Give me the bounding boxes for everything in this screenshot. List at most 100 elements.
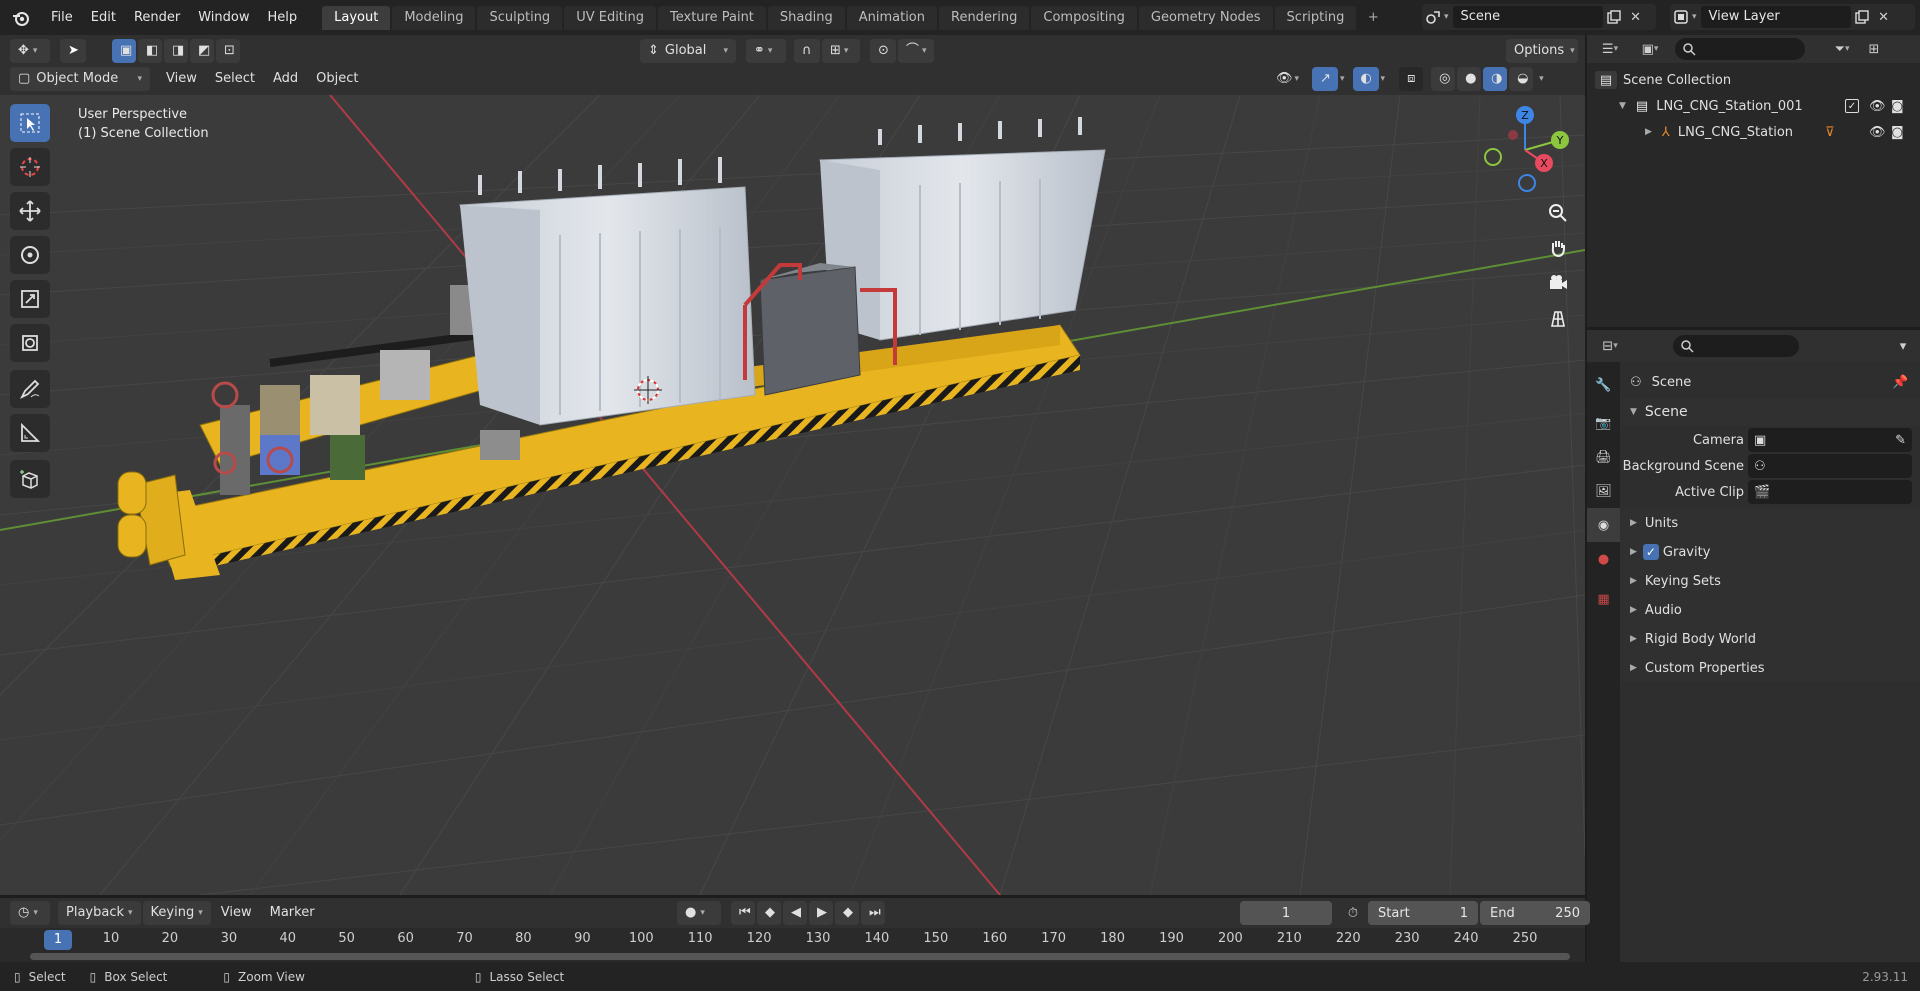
- frame-tick[interactable]: 80: [515, 931, 532, 946]
- editor-type-button[interactable]: ✥ ▾: [10, 39, 50, 63]
- eyedropper-icon[interactable]: ✎: [1895, 433, 1906, 448]
- jump-to-keyframe-forward-icon[interactable]: ◆: [835, 901, 859, 925]
- outliner-search-input[interactable]: [1675, 38, 1805, 60]
- tool-settings-tab-icon[interactable]: 🔧: [1587, 368, 1620, 402]
- tab-scripting[interactable]: Scripting: [1274, 5, 1357, 30]
- camera-field[interactable]: ▣ ✎: [1748, 428, 1912, 452]
- frame-tick[interactable]: 50: [338, 931, 355, 946]
- wireframe-shading-icon[interactable]: ◎: [1431, 67, 1456, 91]
- background-scene-field[interactable]: ⚇: [1748, 454, 1912, 478]
- scene-panel-header[interactable]: ▼ Scene: [1620, 398, 1920, 426]
- visibility-dropdown[interactable]: 👁 ▾: [1268, 67, 1304, 91]
- expand-arrow-icon[interactable]: ▶: [1645, 127, 1652, 137]
- jump-to-keyframe-back-icon[interactable]: ◆: [757, 901, 781, 925]
- view-layer-tab-icon[interactable]: 🖼: [1587, 474, 1620, 508]
- menu-edit[interactable]: Edit: [82, 0, 125, 35]
- eye-icon[interactable]: 👁: [1869, 99, 1886, 114]
- view-layer-icon[interactable]: [1670, 6, 1692, 28]
- scale-tool[interactable]: [10, 280, 50, 318]
- frame-tick[interactable]: 230: [1395, 931, 1420, 946]
- custom-properties-panel-header[interactable]: ▶ Custom Properties: [1620, 654, 1920, 682]
- frame-tick[interactable]: 250: [1513, 931, 1538, 946]
- jump-to-start-icon[interactable]: ⏮: [731, 901, 755, 925]
- timeline-scrollbar[interactable]: [30, 953, 1570, 960]
- falloff-dropdown[interactable]: ⌒ ▾: [898, 39, 934, 63]
- frame-tick[interactable]: 210: [1277, 931, 1302, 946]
- solid-shading-icon[interactable]: ●: [1457, 67, 1482, 91]
- move-tool[interactable]: [10, 192, 50, 230]
- chevron-down-icon[interactable]: ▾: [1539, 74, 1544, 84]
- end-frame-field[interactable]: End 250: [1480, 901, 1590, 925]
- options-dropdown[interactable]: Options ▾: [1506, 39, 1578, 63]
- tab-shading[interactable]: Shading: [767, 5, 845, 30]
- gizmo-toggle[interactable]: ↗: [1312, 67, 1338, 91]
- add-cube-tool[interactable]: [10, 460, 50, 498]
- camera-render-icon[interactable]: ◙: [1891, 125, 1904, 140]
- audio-panel-header[interactable]: ▶ Audio: [1620, 596, 1920, 624]
- world-tab-icon[interactable]: ●: [1587, 542, 1620, 576]
- frame-tick[interactable]: 220: [1336, 931, 1361, 946]
- select-invert-icon[interactable]: ◩: [190, 39, 214, 63]
- tab-modeling[interactable]: Modeling: [392, 5, 476, 30]
- tab-geometry-nodes[interactable]: Geometry Nodes: [1138, 5, 1273, 30]
- tab-texture-paint[interactable]: Texture Paint: [658, 5, 766, 30]
- viewport-menu-view[interactable]: View: [158, 67, 205, 91]
- play-reverse-icon[interactable]: ◀: [783, 901, 807, 925]
- menu-render[interactable]: Render: [125, 0, 189, 35]
- tab-sculpting[interactable]: Sculpting: [477, 5, 563, 30]
- transform-tool[interactable]: [10, 324, 50, 362]
- outliner-item[interactable]: ▶ ⅄ LNG_CNG_Station ⊽ 👁 ◙: [1587, 119, 1920, 145]
- rotate-tool[interactable]: [10, 236, 50, 274]
- marker-menu[interactable]: Marker: [262, 901, 323, 925]
- viewport-menu-add[interactable]: Add: [265, 67, 306, 91]
- frame-tick[interactable]: 160: [982, 931, 1007, 946]
- rigid-body-world-panel-header[interactable]: ▶ Rigid Body World: [1620, 625, 1920, 653]
- camera-render-icon[interactable]: ◙: [1891, 99, 1904, 114]
- start-frame-field[interactable]: Start 1: [1368, 901, 1478, 925]
- frame-tick[interactable]: 170: [1041, 931, 1066, 946]
- menu-help[interactable]: Help: [259, 0, 307, 35]
- gravity-panel-header[interactable]: ▶ ✓ Gravity: [1620, 538, 1920, 566]
- 3d-viewport[interactable]: User Perspective (1) Scene Collection: [0, 95, 1585, 895]
- select-subtract-icon[interactable]: ◨: [164, 39, 188, 63]
- keying-sets-panel-header[interactable]: ▶ Keying Sets: [1620, 567, 1920, 595]
- frame-tick[interactable]: 30: [221, 931, 238, 946]
- select-new-icon[interactable]: ▣: [112, 39, 136, 63]
- properties-editor-type-icon[interactable]: ⊟ ▾: [1593, 335, 1627, 357]
- frame-tick[interactable]: 20: [162, 931, 179, 946]
- orthographic-grid-icon[interactable]: [1543, 303, 1573, 333]
- frame-tick[interactable]: 10: [103, 931, 120, 946]
- select-box-tool[interactable]: [10, 104, 50, 142]
- tab-compositing[interactable]: Compositing: [1031, 5, 1137, 30]
- pan-hand-icon[interactable]: [1543, 233, 1573, 263]
- select-tool-button[interactable]: ➤: [60, 39, 86, 63]
- select-intersect-icon[interactable]: ⊡: [216, 39, 240, 63]
- frame-tick[interactable]: 90: [574, 931, 591, 946]
- tab-rendering[interactable]: Rendering: [939, 5, 1030, 30]
- jump-to-end-icon[interactable]: ⏭: [861, 901, 885, 925]
- cursor-tool[interactable]: [10, 148, 50, 186]
- keying-menu[interactable]: Keying ▾: [142, 901, 211, 925]
- timeline-view-menu[interactable]: View: [213, 901, 260, 925]
- frame-tick[interactable]: 200: [1218, 931, 1243, 946]
- frame-tick[interactable]: 110: [688, 931, 713, 946]
- auto-keying-toggle[interactable]: ● ▾: [677, 901, 721, 925]
- menu-file[interactable]: File: [42, 0, 82, 35]
- annotate-tool[interactable]: [10, 370, 50, 408]
- select-extend-icon[interactable]: ◧: [138, 39, 162, 63]
- chevron-down-icon[interactable]: ▾: [1892, 335, 1914, 357]
- frame-tick[interactable]: 240: [1454, 931, 1479, 946]
- exclude-checkbox[interactable]: ✓: [1845, 99, 1859, 113]
- render-tab-icon[interactable]: 📷: [1587, 406, 1620, 440]
- menu-window[interactable]: Window: [189, 0, 258, 35]
- scene-tab-icon[interactable]: ◉: [1587, 508, 1620, 542]
- properties-search-input[interactable]: [1673, 335, 1799, 357]
- navigation-gizmo[interactable]: Z Y X: [1480, 105, 1570, 195]
- tab-uv-editing[interactable]: UV Editing: [564, 5, 657, 30]
- outliner-scene-collection[interactable]: ▤ Scene Collection: [1587, 67, 1920, 93]
- expand-arrow-icon[interactable]: ▼: [1619, 101, 1626, 111]
- pivot-point-dropdown[interactable]: ⚭ ▾: [746, 39, 786, 63]
- snap-target-dropdown[interactable]: ⊞ ▾: [822, 39, 860, 63]
- viewport-menu-object[interactable]: Object: [308, 67, 366, 91]
- add-workspace-button[interactable]: +: [1362, 7, 1384, 29]
